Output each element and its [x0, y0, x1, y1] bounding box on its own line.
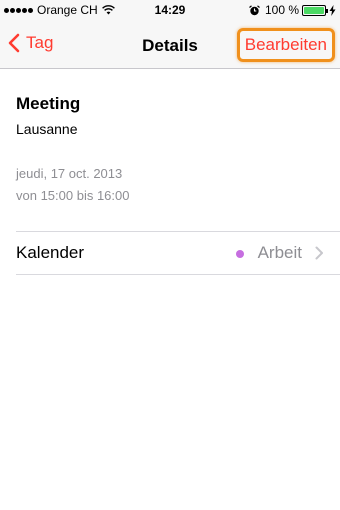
event-time-range: von 15:00 bis 16:00 — [16, 188, 130, 203]
bolt-icon — [329, 4, 336, 16]
event-location: Lausanne — [16, 121, 78, 137]
event-title: Meeting — [16, 94, 81, 113]
edit-button[interactable]: Bearbeiten — [236, 28, 335, 62]
calendar-value: Arbeit — [257, 243, 302, 262]
battery-percent: 100 % — [264, 3, 299, 17]
calendar-row[interactable]: Kalender Arbeit — [0, 232, 340, 274]
calendar-color-dot — [236, 250, 244, 258]
battery-icon — [302, 4, 328, 16]
alarm-icon — [249, 4, 260, 15]
divider — [16, 274, 340, 275]
status-bar: Orange CH 14:29 100 % — [0, 0, 340, 20]
battery-level-fill — [304, 6, 324, 14]
navigation-bar: Tag Details Bearbeiten — [0, 20, 340, 69]
calendar-label: Kalender — [16, 243, 85, 262]
event-date: jeudi, 17 oct. 2013 — [16, 166, 123, 181]
status-right: 100 % — [249, 3, 336, 17]
chevron-right-icon — [315, 246, 323, 260]
